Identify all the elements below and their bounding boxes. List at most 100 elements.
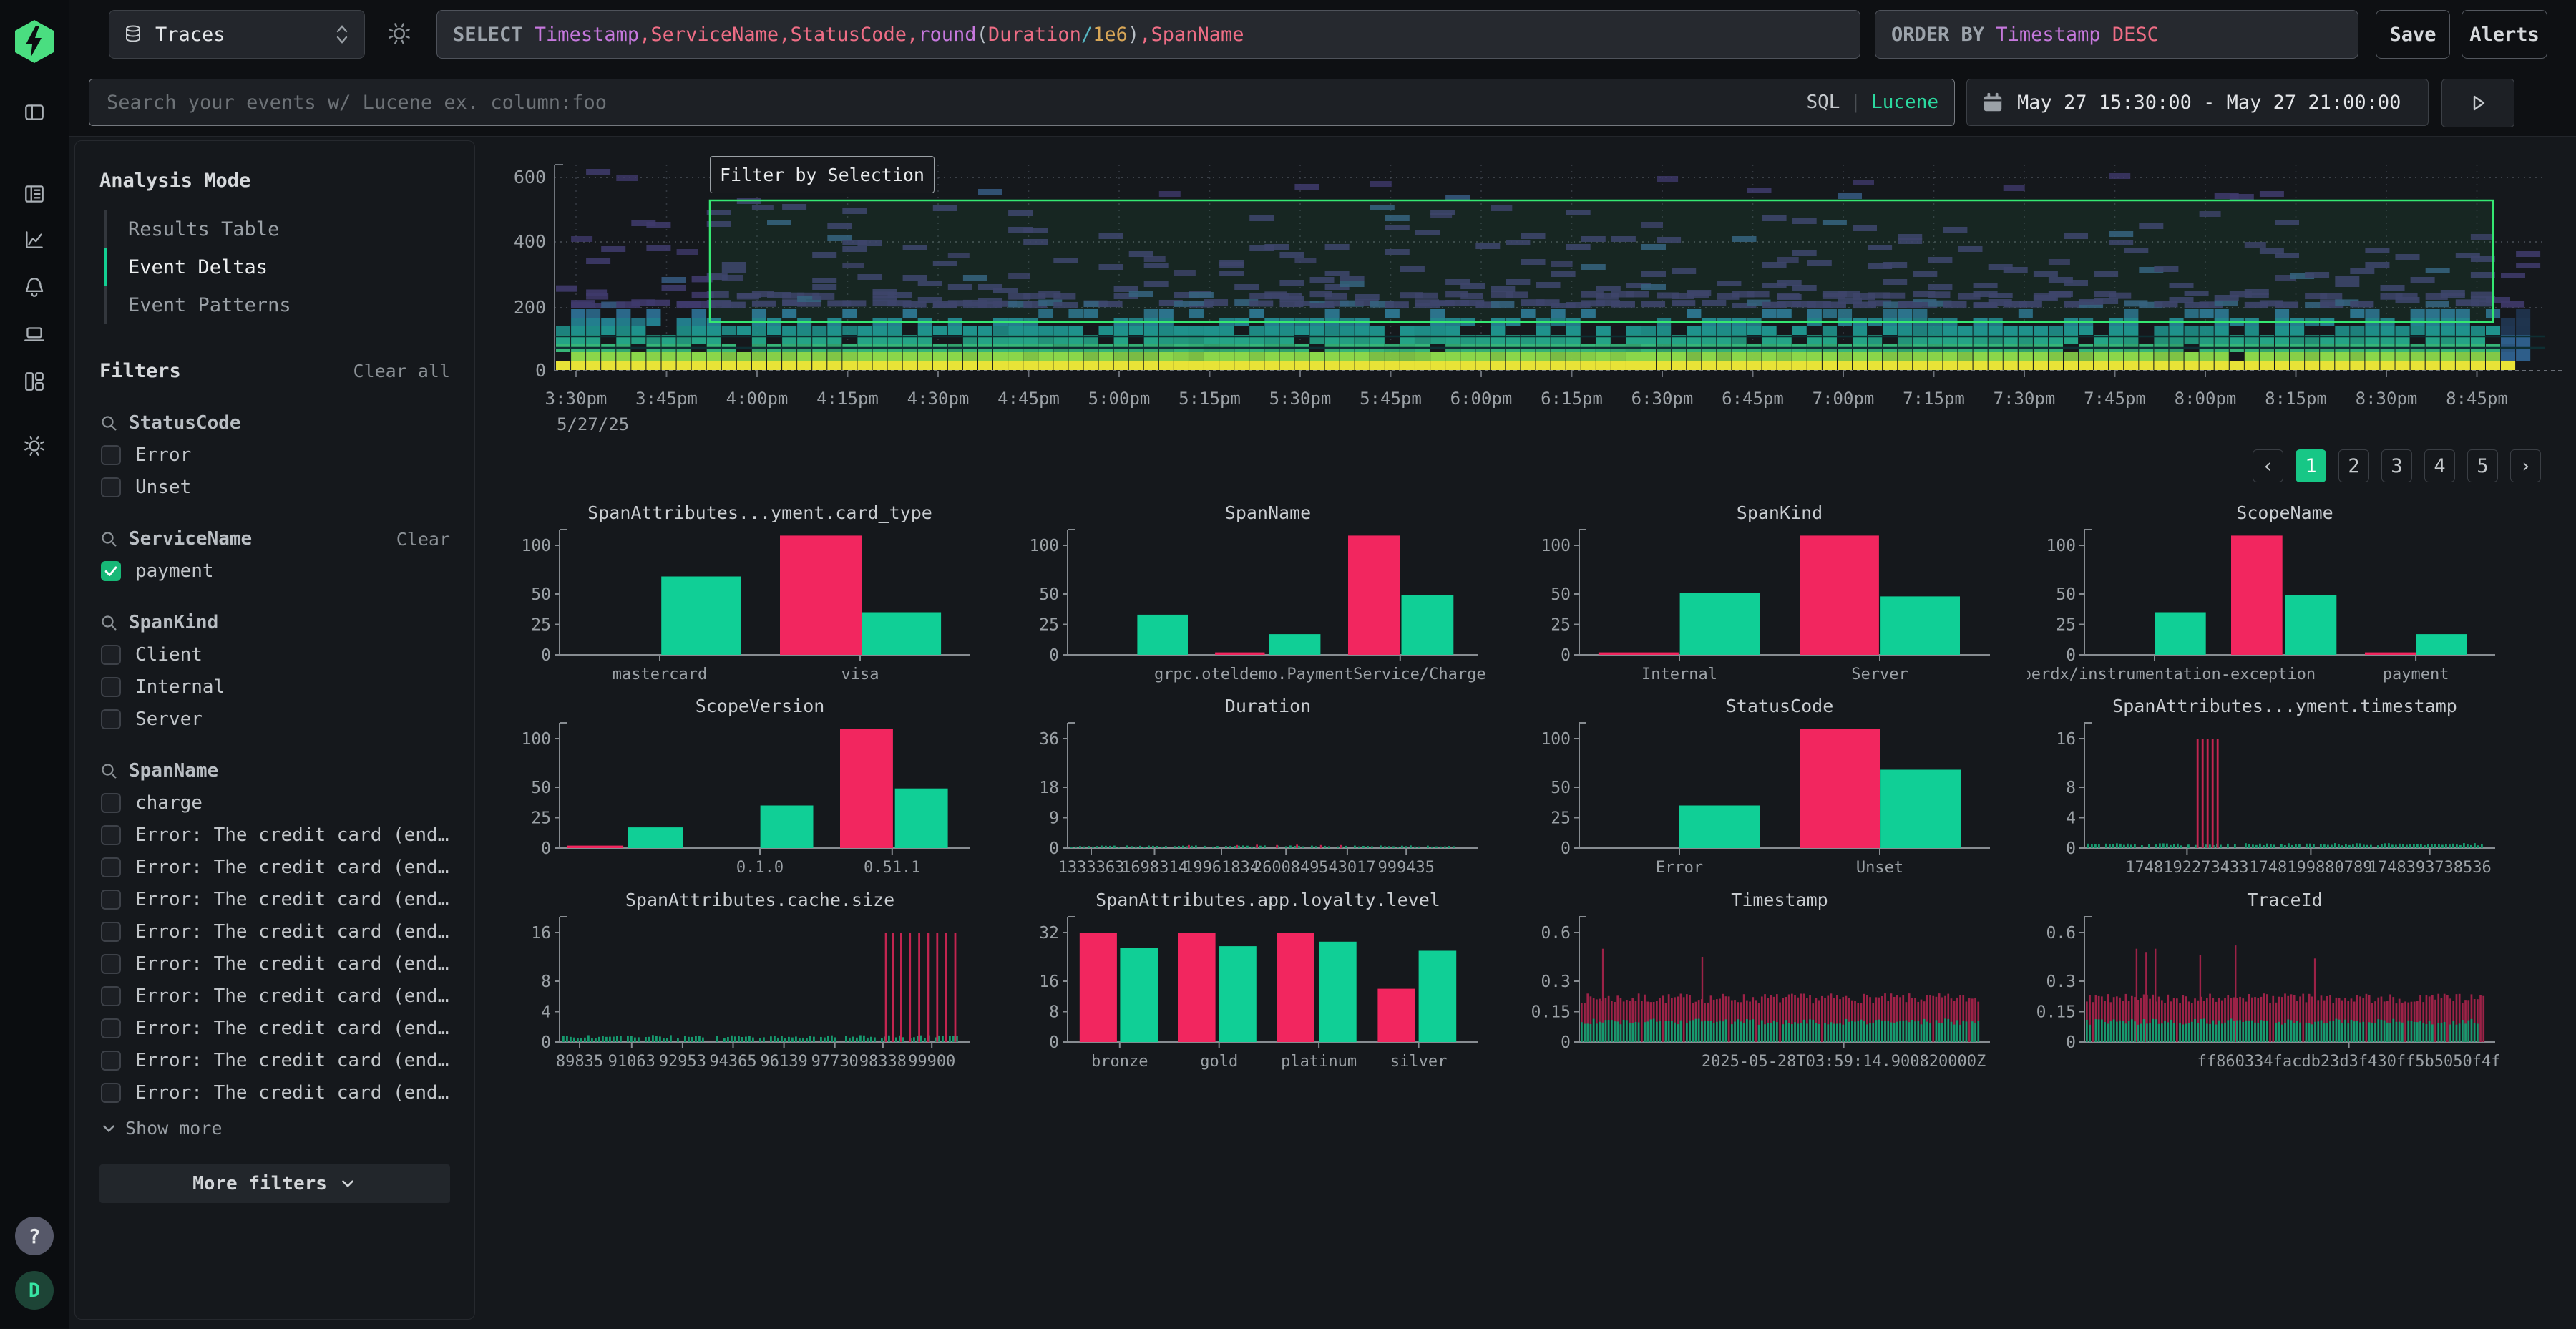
filter-option[interactable]: payment bbox=[99, 560, 450, 582]
run-query-button[interactable] bbox=[2441, 79, 2514, 127]
clear-all-link[interactable]: Clear all bbox=[353, 361, 450, 381]
sql-toggle[interactable]: SQL bbox=[1806, 92, 1840, 113]
time-range-picker[interactable]: May 27 15:30:00 - May 27 21:00:00 bbox=[1966, 79, 2429, 126]
search-bar[interactable]: SQL | Lucene bbox=[89, 79, 1955, 126]
filter-option[interactable]: Error: The credit card (end… bbox=[99, 824, 450, 846]
bar bbox=[1936, 1020, 1938, 1042]
pagination-page-1[interactable]: 1 bbox=[2296, 449, 2326, 482]
checkbox[interactable] bbox=[101, 825, 121, 845]
svg-text:8: 8 bbox=[1049, 1003, 1059, 1022]
checkbox[interactable] bbox=[101, 954, 121, 974]
pagination-page-2[interactable]: 2 bbox=[2338, 449, 2369, 482]
filter-option[interactable]: Error: The credit card (end… bbox=[99, 1018, 450, 1039]
mini-chart-loyalty-level[interactable]: SpanAttributes.app.loyalty.level321680br… bbox=[1010, 885, 1511, 1089]
mini-chart-cache-size[interactable]: SpanAttributes.cache.size168408983591063… bbox=[502, 885, 1003, 1089]
mini-chart-status-code[interactable]: StatusCode10050250ErrorUnset bbox=[1522, 691, 2023, 895]
bar bbox=[780, 535, 862, 655]
bar bbox=[859, 1036, 862, 1043]
filter-option[interactable]: Unset bbox=[99, 477, 450, 498]
save-button[interactable]: Save bbox=[2376, 10, 2450, 59]
checkbox[interactable] bbox=[101, 709, 121, 729]
search-icon[interactable] bbox=[99, 613, 119, 633]
filter-option[interactable]: Error: The credit card (end… bbox=[99, 857, 450, 878]
settings-gear-icon[interactable] bbox=[22, 434, 47, 458]
bar bbox=[1367, 846, 1369, 848]
source-select[interactable]: Traces bbox=[109, 10, 365, 59]
bar bbox=[1101, 846, 1103, 849]
analysis-mode-item-event-deltas[interactable]: Event Deltas bbox=[104, 248, 450, 286]
checkbox[interactable] bbox=[101, 857, 121, 877]
mini-chart-payment-timestamp[interactable]: SpanAttributes...yment.timestamp16840174… bbox=[2027, 691, 2528, 895]
checkbox[interactable] bbox=[101, 793, 121, 813]
sessions-laptop-icon[interactable] bbox=[22, 322, 47, 346]
checkbox[interactable] bbox=[101, 445, 121, 465]
checkbox[interactable] bbox=[101, 561, 121, 581]
show-more-link[interactable]: Show more bbox=[99, 1118, 450, 1139]
checkbox[interactable] bbox=[101, 1018, 121, 1038]
filter-option[interactable]: charge bbox=[99, 792, 450, 814]
pagination-page-4[interactable]: 4 bbox=[2424, 449, 2455, 482]
pagination-prev-button[interactable]: ‹ bbox=[2253, 449, 2283, 482]
filter-option[interactable]: Error: The credit card (end… bbox=[99, 1082, 450, 1104]
mini-chart-duration[interactable]: Duration36189013333631698314199618342600… bbox=[1010, 691, 1511, 895]
clear-filter-link[interactable]: Clear bbox=[396, 529, 450, 550]
filter-option[interactable]: Error: The credit card (end… bbox=[99, 953, 450, 975]
bar bbox=[1236, 845, 1238, 848]
mini-chart-span-name[interactable]: SpanName10050250grpc.oteldemo.PaymentSer… bbox=[1010, 497, 1511, 701]
mini-chart-trace-id[interactable]: TraceId0.60.30.150ff860334facdb23d3f430f… bbox=[2027, 885, 2528, 1089]
query-language-toggle[interactable]: SQL | Lucene bbox=[1806, 92, 1938, 113]
alerts-bell-icon[interactable] bbox=[22, 275, 47, 299]
order-by-input[interactable]: ORDER BY Timestamp DESC bbox=[1875, 10, 2358, 59]
lucene-toggle[interactable]: Lucene bbox=[1871, 92, 1938, 113]
filter-option[interactable]: Error: The credit card (end… bbox=[99, 985, 450, 1007]
checkbox[interactable] bbox=[101, 477, 121, 497]
checkbox[interactable] bbox=[101, 922, 121, 942]
checkbox[interactable] bbox=[101, 1083, 121, 1103]
filter-option[interactable]: Client bbox=[99, 644, 450, 666]
bar bbox=[1586, 1023, 1589, 1042]
filter-option[interactable]: Error bbox=[99, 444, 450, 466]
checkbox[interactable] bbox=[101, 986, 121, 1006]
analysis-mode-item-results-table[interactable]: Results Table bbox=[104, 210, 450, 248]
svg-text:91063: 91063 bbox=[608, 1053, 655, 1071]
help-button[interactable]: ? bbox=[15, 1217, 54, 1255]
app-logo[interactable] bbox=[11, 19, 57, 64]
search-icon[interactable] bbox=[99, 414, 119, 433]
search-icon[interactable] bbox=[99, 761, 119, 781]
mini-chart-scope-version[interactable]: ScopeVersion100502500.1.00.51.1 bbox=[502, 691, 1003, 895]
mini-chart-card-type[interactable]: SpanAttributes...yment.card_type10050250… bbox=[502, 497, 1003, 701]
pagination-page-3[interactable]: 3 bbox=[2381, 449, 2412, 482]
filter-option[interactable]: Error: The credit card (end… bbox=[99, 889, 450, 910]
alerts-button[interactable]: Alerts bbox=[2462, 10, 2547, 59]
event-viewer-icon[interactable] bbox=[22, 182, 47, 206]
analysis-mode-item-event-patterns[interactable]: Event Patterns bbox=[104, 286, 450, 324]
pagination-page-5[interactable]: 5 bbox=[2467, 449, 2498, 482]
bar bbox=[1674, 1023, 1676, 1042]
panel-toggle-icon[interactable] bbox=[22, 100, 47, 125]
more-filters-button[interactable]: More filters bbox=[99, 1164, 450, 1203]
bar bbox=[1764, 1024, 1766, 1042]
filter-option[interactable]: Internal bbox=[99, 676, 450, 698]
mini-chart-scope-name[interactable]: ScopeName10050250@hyperdx/instrumentatio… bbox=[2027, 497, 2528, 701]
filter-by-selection-tooltip[interactable]: Filter by Selection bbox=[710, 156, 935, 193]
dashboards-grid-icon[interactable] bbox=[22, 369, 47, 394]
search-input[interactable] bbox=[105, 91, 1806, 115]
filter-option[interactable]: Error: The credit card (end… bbox=[99, 1050, 450, 1071]
pagination-next-button[interactable]: › bbox=[2510, 449, 2541, 482]
mini-chart-timestamp[interactable]: Timestamp0.60.30.1502025-05-28T03:59:14.… bbox=[1522, 885, 2023, 1089]
bar bbox=[634, 1038, 636, 1042]
source-settings-gear-icon[interactable] bbox=[386, 21, 412, 47]
filter-option[interactable]: Error: The credit card (end… bbox=[99, 921, 450, 943]
search-icon[interactable] bbox=[99, 530, 119, 549]
bar bbox=[2298, 844, 2301, 848]
user-avatar[interactable]: D bbox=[15, 1271, 54, 1310]
filter-option[interactable]: Server bbox=[99, 709, 450, 730]
checkbox[interactable] bbox=[101, 677, 121, 697]
checkbox[interactable] bbox=[101, 645, 121, 665]
bar bbox=[1812, 1020, 1814, 1042]
checkbox[interactable] bbox=[101, 890, 121, 910]
mini-chart-span-kind[interactable]: SpanKind10050250InternalServer bbox=[1522, 497, 2023, 701]
chart-explorer-icon[interactable] bbox=[22, 228, 47, 252]
select-clause-input[interactable]: SELECT Timestamp,ServiceName,StatusCode,… bbox=[436, 10, 1860, 59]
checkbox[interactable] bbox=[101, 1051, 121, 1071]
